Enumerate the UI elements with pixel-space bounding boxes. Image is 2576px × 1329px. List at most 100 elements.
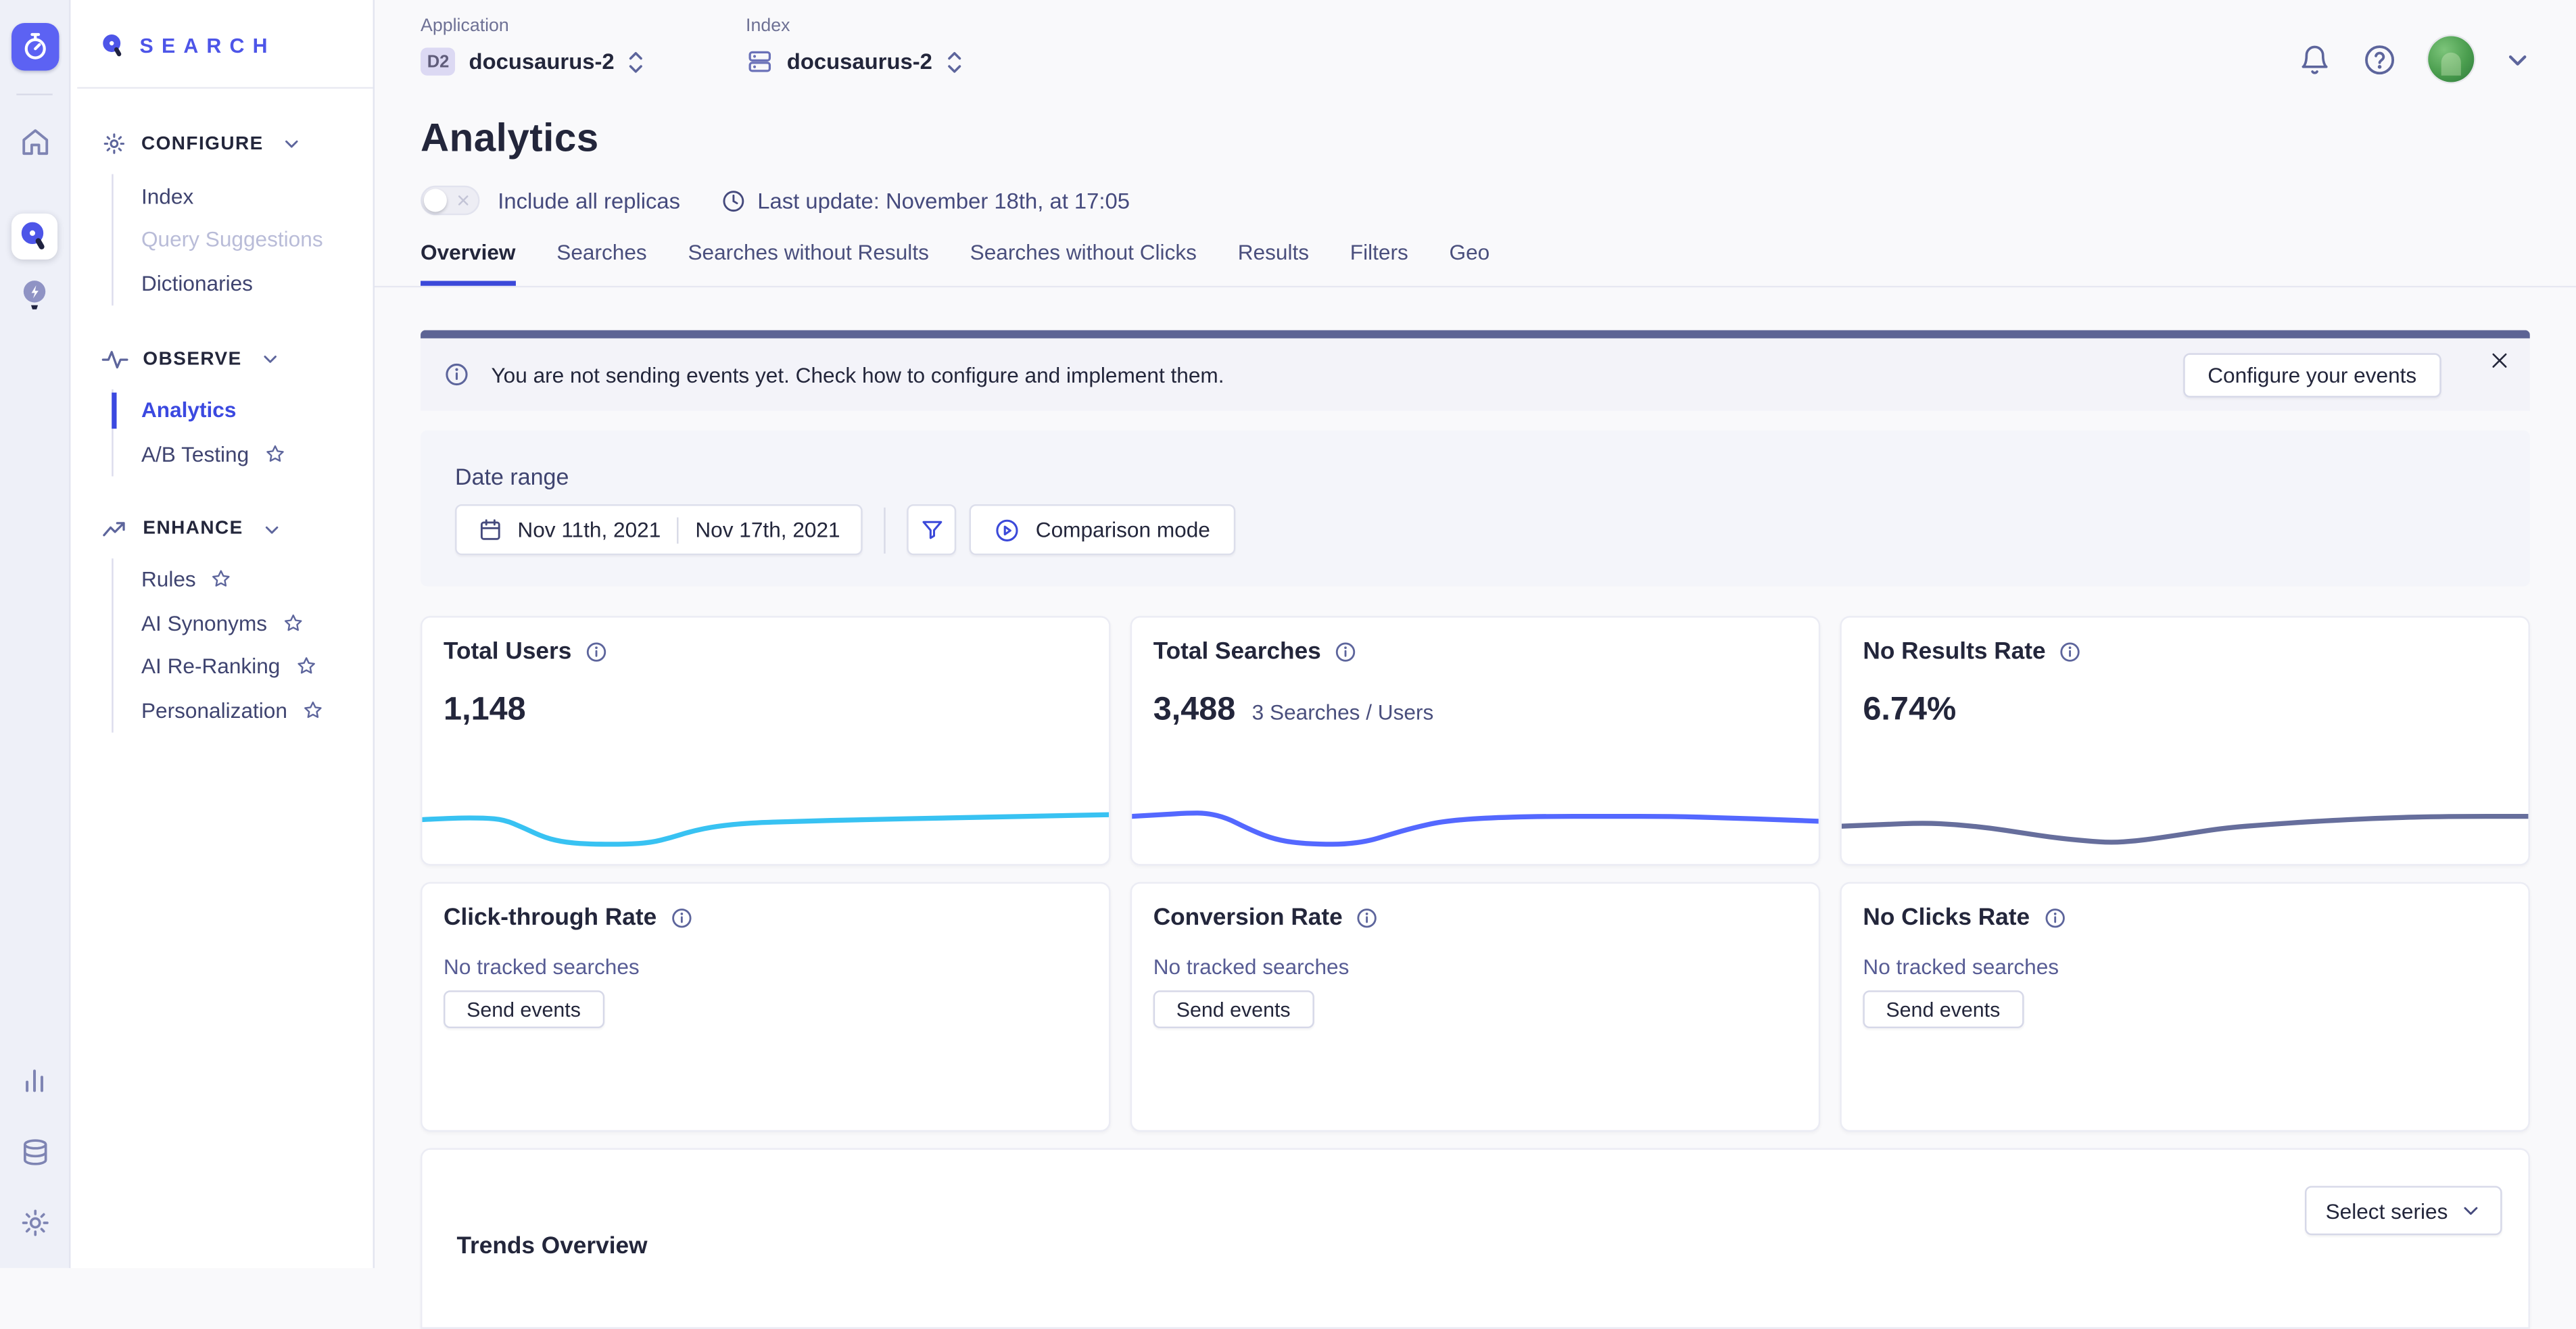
- main-content: Application D2 docusaurus-2 Index: [375, 0, 2576, 1268]
- home-icon[interactable]: [11, 118, 57, 164]
- last-update: Last update: November 18th, at 17:05: [721, 188, 1130, 212]
- nav-section-enhance: ENHANCE Rules AI Synonyms AI R: [102, 518, 373, 732]
- sparkline-no-results-rate: [1842, 792, 2529, 864]
- star-icon: [264, 443, 285, 464]
- settings-gear-icon[interactable]: [11, 1199, 57, 1245]
- nav-section-configure-header[interactable]: CONFIGURE: [102, 131, 373, 155]
- user-menu-chevron-icon[interactable]: [2505, 47, 2529, 71]
- sidebar-item-analytics[interactable]: Analytics: [141, 389, 373, 432]
- star-icon: [295, 656, 316, 677]
- send-events-button[interactable]: Send events: [444, 990, 604, 1028]
- card-title: Total Searches: [1153, 639, 1321, 665]
- configure-events-button[interactable]: Configure your events: [2183, 352, 2441, 397]
- notifications-bell-icon[interactable]: [2298, 42, 2331, 76]
- info-icon[interactable]: [2043, 907, 2066, 929]
- info-icon[interactable]: [585, 641, 608, 664]
- index-selector: Index docusaurus-2: [746, 16, 962, 75]
- sparkline-total-searches: [1132, 792, 1819, 864]
- search-rail-active-tile[interactable]: [11, 214, 57, 260]
- application-select[interactable]: D2 docusaurus-2: [421, 47, 644, 75]
- nav-section-observe-header[interactable]: OBSERVE: [102, 347, 373, 370]
- info-icon[interactable]: [1334, 641, 1357, 664]
- card-title: Conversion Rate: [1153, 905, 1343, 932]
- date-start: Nov 11th, 2021: [517, 517, 661, 541]
- include-replicas-toggle[interactable]: [421, 186, 479, 216]
- section-items: Analytics A/B Testing: [112, 389, 373, 476]
- sparkline-total-users: [422, 792, 1109, 864]
- calendar-icon: [478, 517, 502, 541]
- page-meta-row: Include all replicas Last update: Novemb…: [421, 186, 2530, 216]
- sidebar-item-rules[interactable]: Rules: [141, 558, 373, 601]
- tab-overview[interactable]: Overview: [421, 240, 516, 286]
- sidebar-divider: [77, 87, 373, 89]
- send-events-button[interactable]: Send events: [1153, 990, 1314, 1028]
- caret-updown-icon: [945, 49, 961, 75]
- empty-state-text: No tracked searches: [1153, 955, 1797, 979]
- usage-chart-icon[interactable]: [11, 1058, 57, 1104]
- index-select[interactable]: docusaurus-2: [746, 47, 962, 75]
- card-conversion-rate: Conversion Rate No tracked searches Send…: [1130, 882, 1821, 1132]
- card-title: Total Users: [444, 639, 571, 665]
- caret-updown-icon: [627, 49, 644, 75]
- section-items: Index Query Suggestions Dictionaries: [112, 174, 373, 305]
- sidebar-item-index[interactable]: Index: [141, 174, 373, 218]
- tab-geo[interactable]: Geo: [1450, 240, 1490, 286]
- filter-button[interactable]: [907, 504, 957, 555]
- send-events-button[interactable]: Send events: [1863, 990, 2023, 1028]
- tab-filters[interactable]: Filters: [1350, 240, 1408, 286]
- algolia-logo-mark-icon: [100, 33, 126, 59]
- gear-icon: [102, 131, 126, 155]
- sidebar-item-dictionaries[interactable]: Dictionaries: [141, 261, 373, 304]
- star-icon: [211, 569, 233, 590]
- nav-section-enhance-header[interactable]: ENHANCE: [102, 518, 373, 540]
- chevron-down-icon: [2461, 1201, 2481, 1220]
- sidebar-item-ai-synonyms[interactable]: AI Synonyms: [141, 601, 373, 644]
- product-logo[interactable]: SEARCH: [70, 0, 373, 59]
- tab-searches-without-results[interactable]: Searches without Results: [688, 240, 928, 286]
- sidebar-item-personalization[interactable]: Personalization: [141, 688, 373, 731]
- app-logo-tile[interactable]: [11, 23, 58, 70]
- tab-searches-without-clicks[interactable]: Searches without Clicks: [970, 240, 1197, 286]
- trend-up-icon: [102, 518, 128, 540]
- date-range-picker[interactable]: Nov 11th, 2021 Nov 17th, 2021: [455, 504, 863, 555]
- empty-state-text: No tracked searches: [1863, 955, 2506, 979]
- info-icon: [444, 362, 470, 388]
- sidebar-item-ai-re-ranking[interactable]: AI Re-Ranking: [141, 645, 373, 688]
- user-avatar[interactable]: [2428, 36, 2474, 82]
- controls-separator: [884, 507, 886, 553]
- tab-results[interactable]: Results: [1238, 240, 1309, 286]
- card-title: No Results Rate: [1863, 639, 2045, 665]
- date-range-panel: Date range Nov 11th, 2021 Nov 17th, 2021: [421, 431, 2530, 587]
- metric-value: 1,148: [444, 692, 526, 729]
- info-icon[interactable]: [2059, 641, 2082, 664]
- info-icon[interactable]: [1356, 907, 1379, 929]
- include-replicas-label: Include all replicas: [498, 188, 680, 212]
- select-series-button[interactable]: Select series: [2304, 1186, 2502, 1235]
- comparison-mode-button[interactable]: Comparison mode: [970, 504, 1235, 555]
- date-end: Nov 17th, 2021: [695, 517, 840, 541]
- star-icon: [302, 699, 324, 721]
- database-icon[interactable]: [11, 1128, 57, 1174]
- stopwatch-icon: [19, 31, 50, 62]
- nav-section-observe: OBSERVE Analytics A/B Testing: [102, 347, 373, 476]
- help-icon[interactable]: [2362, 42, 2397, 76]
- info-icon[interactable]: [670, 907, 693, 929]
- card-no-results-rate: No Results Rate 6.74%: [1840, 616, 2530, 865]
- tab-searches[interactable]: Searches: [556, 240, 646, 286]
- card-click-through-rate: Click-through Rate No tracked searches S…: [421, 882, 1111, 1132]
- card-no-clicks-rate: No Clicks Rate No tracked searches Send …: [1840, 882, 2530, 1132]
- sidebar-item-ab-testing[interactable]: A/B Testing: [141, 432, 373, 475]
- star-icon: [282, 612, 304, 634]
- sidebar-item-query-suggestions[interactable]: Query Suggestions: [141, 218, 373, 261]
- toggle-off-x-icon: [455, 192, 471, 208]
- application-selector: Application D2 docusaurus-2: [421, 16, 644, 75]
- rail-divider: [16, 93, 52, 95]
- toggle-knob: [424, 189, 447, 212]
- close-icon[interactable]: [2489, 350, 2510, 372]
- product-logo-text: SEARCH: [140, 34, 276, 57]
- algolia-search-icon: [18, 220, 51, 253]
- index-stack-icon: [746, 47, 773, 75]
- date-range-label: Date range: [455, 463, 2496, 489]
- recommend-bulb-icon[interactable]: [11, 272, 57, 318]
- sidebar: SEARCH CONFIGURE: [70, 0, 375, 1268]
